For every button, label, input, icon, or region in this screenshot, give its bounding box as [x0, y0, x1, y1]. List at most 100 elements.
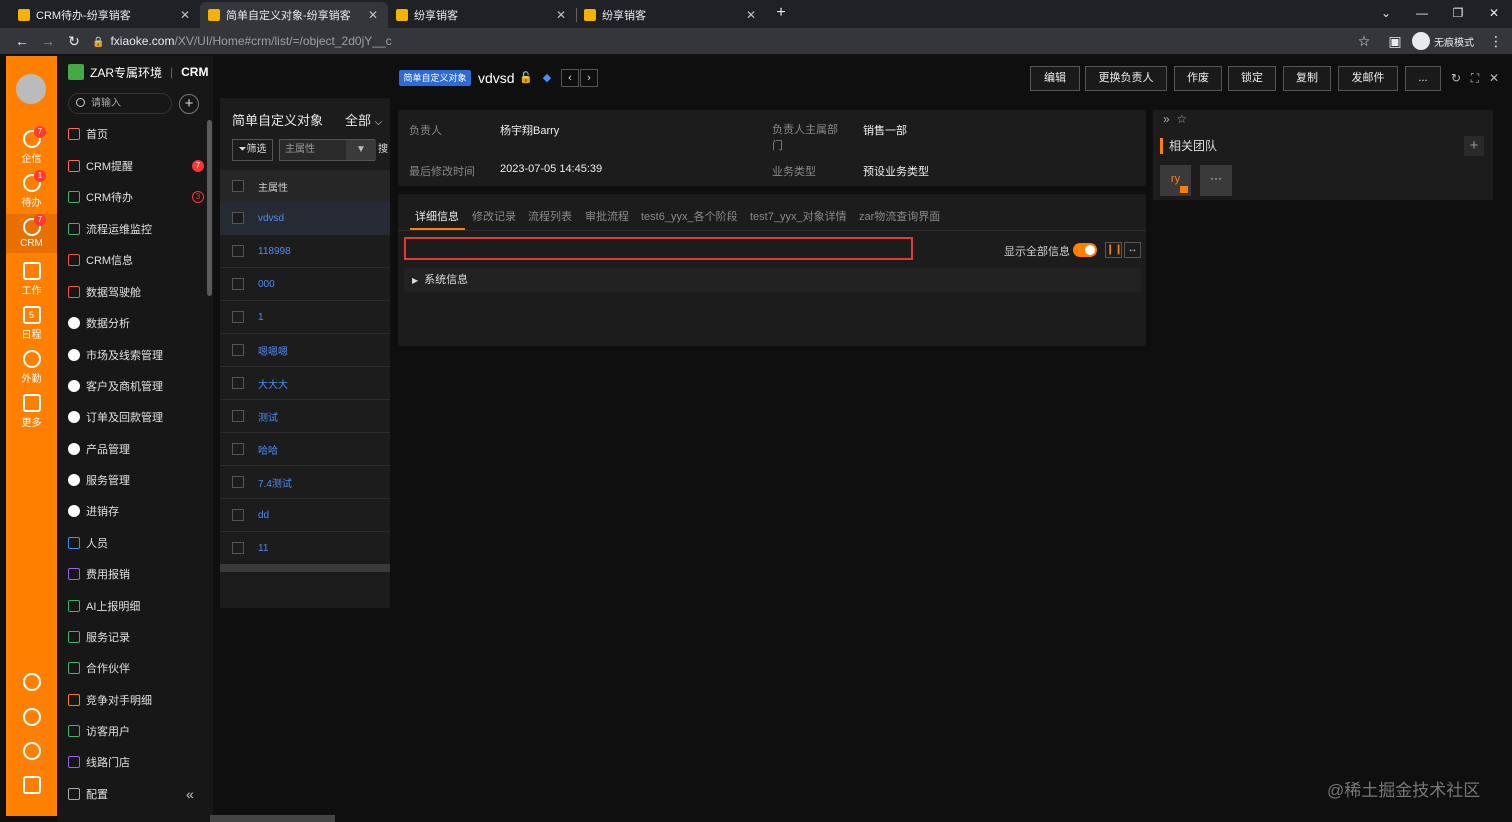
row-checkbox[interactable] [232, 311, 244, 323]
avatar[interactable] [16, 74, 46, 104]
list-scope-dropdown[interactable]: 全部 ⌵ [345, 110, 382, 129]
close-icon[interactable]: ✕ [366, 8, 380, 22]
sidebar-item-13[interactable]: 人员 [68, 533, 204, 553]
tab-3[interactable]: 审批流程 [585, 208, 629, 224]
sidebar-item-0[interactable]: 首页 [68, 124, 204, 144]
restore-icon[interactable]: ❐ [1448, 4, 1468, 22]
sidebar-item-7[interactable]: 市场及线索管理 [68, 345, 204, 365]
sidebar-item-1[interactable]: CRM提醒 7 [68, 156, 204, 176]
browser-menu-icon[interactable]: ⋮ [1488, 33, 1504, 49]
sidepanel-icon[interactable]: ▣ [1387, 33, 1403, 49]
row-checkbox[interactable] [232, 377, 244, 389]
edit-button[interactable]: 编辑 [1030, 66, 1080, 91]
sidebar-item-12[interactable]: 进销存 [68, 501, 204, 521]
row-checkbox[interactable] [232, 278, 244, 290]
clock-icon[interactable] [6, 742, 57, 762]
row-link[interactable]: 000 [258, 279, 275, 290]
row-link[interactable]: 1 [258, 312, 264, 323]
browser-tab-crm-todo[interactable]: CRM待办-纷享销客 ✕ [10, 2, 200, 28]
tag-icon[interactable]: ◆ [540, 71, 554, 85]
rail-item-messages[interactable]: 7 企信 [6, 126, 57, 165]
lock-icon[interactable]: 🔓 [519, 71, 533, 85]
rail-item-more[interactable]: 更多 [6, 394, 57, 429]
filter-button[interactable]: ⏷筛选 [232, 139, 273, 161]
team-member-avatar[interactable]: ry [1160, 165, 1191, 196]
browser-tab-custom-object[interactable]: 简单自定义对象-纷享销客 ✕ [200, 2, 388, 28]
next-record-button[interactable]: › [580, 69, 598, 87]
settings-icon[interactable] [6, 708, 57, 728]
tab-1[interactable]: 修改记录 [472, 208, 516, 224]
more-actions-button[interactable]: ... [1405, 66, 1441, 91]
owner-value[interactable]: 杨宇翔Barry [500, 122, 559, 138]
row-link[interactable]: 大大大 [258, 376, 288, 391]
row-checkbox[interactable] [232, 509, 244, 521]
copy-button[interactable]: 复制 [1283, 66, 1331, 91]
lock-button[interactable]: 锁定 [1228, 66, 1276, 91]
bottom-scrollbar[interactable] [210, 815, 335, 822]
table-row[interactable]: 7.4测试 [220, 466, 390, 499]
more-members-button[interactable]: ··· [1200, 165, 1232, 196]
sidebar-item-10[interactable]: 产品管理 [68, 439, 204, 459]
table-row[interactable]: 测试 [220, 400, 390, 433]
table-row[interactable]: 118998 [220, 235, 390, 268]
row-link[interactable]: 11 [258, 543, 268, 554]
expand-width-icon[interactable]: ↔ [1124, 242, 1141, 258]
sidebar-item-18[interactable]: 竞争对手明细 [68, 690, 204, 710]
system-info-section[interactable]: ▶ 系统信息 [404, 268, 1141, 292]
search-field-select[interactable]: 主属性 ▼ [279, 139, 376, 161]
send-email-button[interactable]: 发邮件 [1338, 66, 1398, 91]
table-row[interactable]: 11 [220, 532, 390, 565]
forward-icon[interactable]: → [40, 33, 56, 49]
sidebar-item-21[interactable]: 配置 [68, 784, 204, 804]
table-row[interactable]: 哈哈 [220, 433, 390, 466]
row-checkbox[interactable] [232, 212, 244, 224]
collapse-sidebar-icon[interactable]: « [186, 786, 194, 802]
add-menu-button[interactable]: + [179, 94, 199, 114]
list-search-button[interactable]: 搜 [378, 139, 390, 161]
close-icon[interactable]: ✕ [178, 8, 192, 22]
void-button[interactable]: 作废 [1174, 66, 1222, 91]
contacts-icon[interactable] [6, 776, 57, 796]
tab-6[interactable]: zar物流查询界面 [859, 208, 940, 224]
sidebar-item-17[interactable]: 合作伙伴 [68, 658, 204, 678]
browser-tab-fxiaoke-2[interactable]: 纷享销客 ✕ [576, 2, 766, 28]
rail-item-calendar[interactable]: 5 日程 [6, 306, 57, 341]
tab-4[interactable]: test6_yyx_各个阶段 [641, 208, 738, 224]
refresh-icon[interactable]: ↻ [1449, 71, 1463, 85]
sidebar-item-19[interactable]: 访客用户 [68, 721, 204, 741]
reload-icon[interactable]: ↻ [66, 33, 82, 49]
show-all-toggle[interactable] [1073, 243, 1097, 257]
tab-2[interactable]: 流程列表 [528, 208, 572, 224]
previous-record-button[interactable]: ‹ [561, 69, 579, 87]
rail-item-field[interactable]: 外勤 [6, 350, 57, 385]
pin-star-icon[interactable]: ☆ [1176, 112, 1187, 126]
rail-item-todo[interactable]: 1 待办 [6, 170, 57, 209]
tab-5[interactable]: test7_yyx_对象详情 [750, 208, 847, 224]
row-link[interactable]: 测试 [258, 409, 278, 424]
row-checkbox[interactable] [232, 476, 244, 488]
table-row[interactable]: 1 [220, 301, 390, 334]
new-tab-button[interactable]: + [772, 4, 790, 22]
row-checkbox[interactable] [232, 443, 244, 455]
browser-tab-fxiaoke-1[interactable]: 纷享销客 ✕ [388, 2, 576, 28]
table-row[interactable]: dd [220, 499, 390, 532]
minimize-icon[interactable]: — [1412, 4, 1432, 22]
table-row[interactable]: 嗯嗯嗯 [220, 334, 390, 367]
rail-item-crm[interactable]: 7 CRM [6, 214, 57, 253]
row-link[interactable]: 118998 [258, 246, 291, 257]
back-icon[interactable]: ← [14, 33, 30, 49]
two-column-layout-icon[interactable]: ❙❙ [1105, 242, 1123, 258]
row-link[interactable]: vdvsd [258, 213, 284, 224]
add-team-member-button[interactable]: + [1464, 136, 1484, 156]
row-checkbox[interactable] [232, 344, 244, 356]
list-horizontal-scrollbar[interactable] [220, 564, 390, 572]
row-checkbox[interactable] [232, 542, 244, 554]
row-link[interactable]: 7.4测试 [258, 475, 292, 490]
sidebar-scrollbar[interactable] [207, 120, 212, 296]
sidebar-item-8[interactable]: 客户及商机管理 [68, 376, 204, 396]
table-row[interactable]: 大大大 [220, 367, 390, 400]
row-checkbox[interactable] [232, 245, 244, 257]
sidebar-item-14[interactable]: 费用报销 [68, 564, 204, 584]
table-row[interactable]: 000 [220, 268, 390, 301]
select-all-checkbox[interactable] [232, 180, 244, 192]
